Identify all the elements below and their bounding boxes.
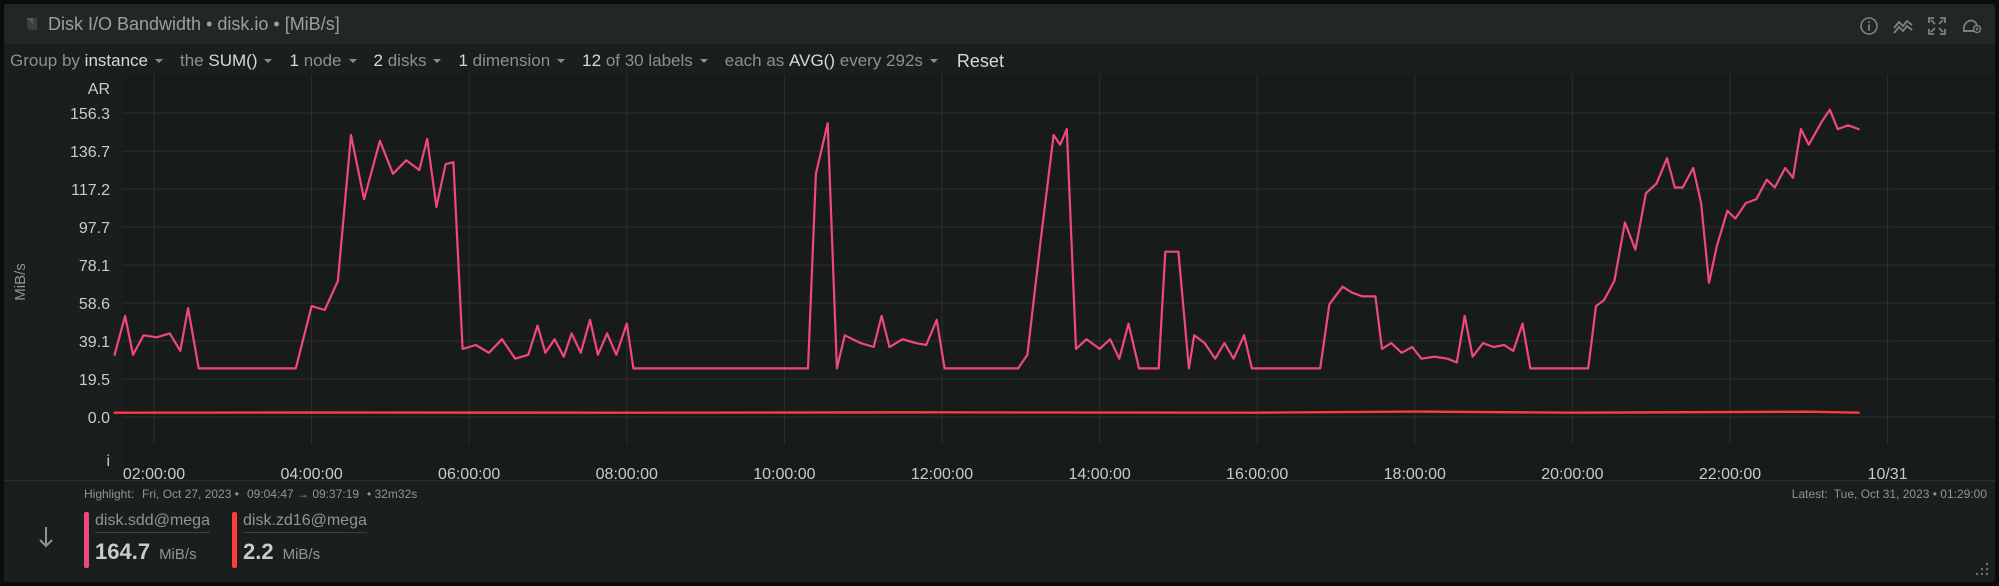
- chevron-down-icon: [264, 59, 273, 63]
- y-tick-label: 0.0: [88, 410, 110, 427]
- legend-item-sdd[interactable]: disk.sdd@mega 164.7 MiB/s: [84, 512, 210, 568]
- disks-label: disks: [387, 51, 427, 70]
- highlight-duration: • 32m32s: [367, 487, 418, 501]
- legend-value: 164.7: [95, 539, 151, 564]
- series-line-zd16: [113, 410, 1860, 414]
- ar-label: AR: [88, 81, 110, 98]
- line-chart[interactable]: 156.3 136.7 117.2 97.7 78.1 58.6 39.1 19.5 0.0 0…: [4, 74, 1995, 480]
- aggregation-value: SUM(): [208, 51, 258, 70]
- time-aggregation-dropdown[interactable]: each as AVG() every 292s: [725, 51, 941, 71]
- disks-dropdown[interactable]: 2 disks: [374, 51, 445, 71]
- reset-button[interactable]: Reset: [957, 51, 1004, 72]
- chevron-down-icon: [348, 59, 357, 63]
- header-icons: [1857, 14, 1983, 38]
- x-tick-label: 10:00:00: [753, 466, 815, 480]
- fullscreen-icon[interactable]: [1925, 14, 1949, 38]
- info-icon[interactable]: [1857, 14, 1881, 38]
- legend-text: disk.sdd@mega 164.7 MiB/s: [95, 512, 210, 568]
- chevron-down-icon: [557, 59, 566, 63]
- footer-divider: [4, 480, 1995, 481]
- x-tick-label: 18:00:00: [1384, 466, 1446, 480]
- every-label: every 292s: [839, 51, 923, 70]
- dimensions-label: dimension: [472, 51, 551, 70]
- x-tick-label: 22:00:00: [1699, 466, 1761, 480]
- y-tick-label: 156.3: [70, 106, 110, 123]
- chevron-down-icon: [929, 59, 938, 63]
- x-tick-label: 08:00:00: [596, 466, 658, 480]
- y-tick-label: 19.5: [79, 372, 110, 389]
- group-by-label: Group by: [10, 51, 80, 70]
- chevron-down-icon: [155, 59, 163, 63]
- y-tick-label: 39.1: [79, 334, 110, 351]
- x-tick-label: 12:00:00: [911, 466, 973, 480]
- y-tick-label: 78.1: [79, 258, 110, 275]
- latest-info: Latest: Tue, Oct 31, 2023 • 01:29:00: [1792, 487, 1987, 501]
- legend-value-row: 2.2 MiB/s: [243, 539, 367, 565]
- x-tick-label: 10/31: [1868, 466, 1908, 480]
- x-tick-label: 04:00:00: [280, 466, 342, 480]
- highlight-range: 09:04:47 → 09:37:19: [246, 487, 360, 501]
- chevron-down-icon: [433, 59, 442, 63]
- x-tick-label: 14:00:00: [1068, 466, 1130, 480]
- nodes-count: 1: [289, 51, 299, 70]
- dimensions-count: 1: [458, 51, 468, 70]
- plot-area: [122, 74, 1995, 480]
- x-tick-label: 02:00:00: [123, 466, 185, 480]
- time-agg-value: AVG(): [789, 51, 836, 70]
- x-tick-label: 16:00:00: [1226, 466, 1288, 480]
- the-label: the: [180, 51, 204, 70]
- filter-bar: Group by instance the SUM() 1 node 2 dis…: [10, 48, 1004, 74]
- latest-label: Latest:: [1791, 487, 1828, 501]
- legend-color-swatch: [232, 512, 237, 568]
- each-as-label: each as: [724, 51, 785, 70]
- y-tick-label: 136.7: [70, 144, 110, 161]
- legend-text: disk.zd16@mega 2.2 MiB/s: [243, 512, 367, 568]
- chart-panel: Disk I/O Bandwidth • disk.io • [MiB/s] G…: [4, 4, 1995, 582]
- latest-date: Tue, Oct 31, 2023 • 01:29:00: [1833, 487, 1987, 501]
- legend-value-row: 164.7 MiB/s: [95, 539, 210, 565]
- x-tick-label: 06:00:00: [438, 466, 500, 480]
- highlight-info[interactable]: Highlight: Fri, Oct 27, 2023 • 09:04:47 …: [84, 487, 417, 501]
- highlight-label: Highlight:: [84, 487, 135, 501]
- y-tick-label: 97.7: [79, 220, 110, 237]
- legend-unit: MiB/s: [282, 546, 321, 563]
- alert-icon[interactable]: [1959, 14, 1983, 38]
- labels-count: 12: [582, 51, 602, 70]
- legend-color-swatch: [84, 512, 89, 568]
- y-tick-label: 58.6: [79, 296, 110, 313]
- legend-item-zd16[interactable]: disk.zd16@mega 2.2 MiB/s: [232, 512, 367, 568]
- y-axis: 156.3 136.7 117.2 97.7 78.1 58.6 39.1 19.5 0.0: [70, 106, 110, 427]
- panel-header: Disk I/O Bandwidth • disk.io • [MiB/s]: [4, 4, 1995, 44]
- legend-value: 2.2: [243, 539, 274, 564]
- title-wrap: Disk I/O Bandwidth • disk.io • [MiB/s]: [24, 14, 340, 35]
- labels-dropdown[interactable]: 12 of 30 labels: [582, 51, 711, 71]
- arrow-down-icon[interactable]: [36, 524, 56, 552]
- group-by-dropdown[interactable]: Group by instance: [10, 51, 166, 71]
- resize-handle-icon[interactable]: [1975, 562, 1989, 576]
- disks-count: 2: [373, 51, 383, 70]
- chart-title: Disk I/O Bandwidth • disk.io • [MiB/s]: [48, 13, 340, 34]
- aggregation-dropdown[interactable]: the SUM(): [180, 51, 275, 71]
- group-by-value: instance: [84, 51, 148, 70]
- nodes-dropdown[interactable]: 1 node: [289, 51, 359, 71]
- labels-label: of 30 labels: [605, 51, 693, 70]
- highlight-date: Fri, Oct 27, 2023 •: [142, 487, 239, 501]
- nodes-label: node: [303, 51, 342, 70]
- y-axis-label: MiB/s: [12, 263, 29, 301]
- legend-unit: MiB/s: [159, 546, 197, 563]
- correlate-icon[interactable]: [1891, 14, 1915, 38]
- i-label: i: [106, 453, 110, 470]
- disk-icon: [27, 18, 37, 30]
- x-tick-label: 20:00:00: [1541, 466, 1603, 480]
- legend-name: disk.sdd@mega: [95, 512, 210, 533]
- legend-name: disk.zd16@mega: [243, 512, 367, 533]
- chevron-down-icon: [699, 59, 708, 63]
- y-tick-label: 117.2: [71, 182, 110, 199]
- dimensions-dropdown[interactable]: 1 dimension: [458, 51, 568, 71]
